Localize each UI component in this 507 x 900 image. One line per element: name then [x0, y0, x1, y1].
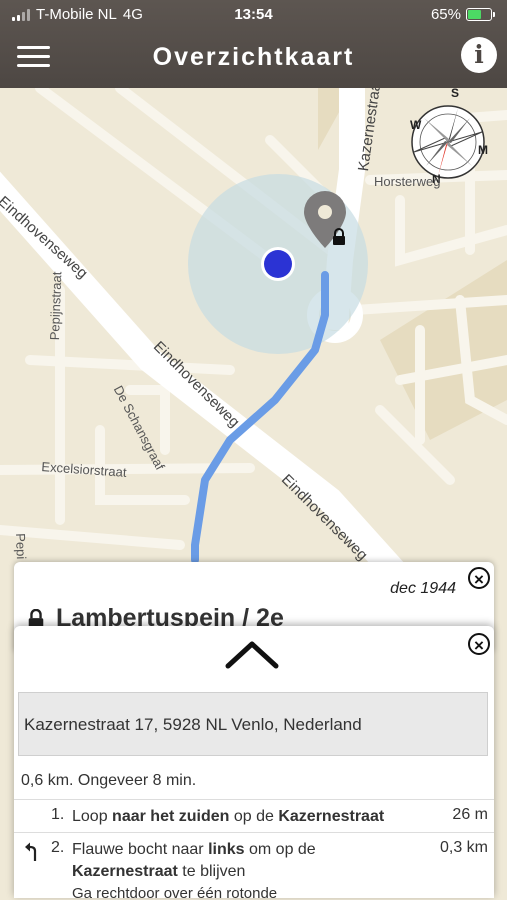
- route-panel: × Kazernestraat 17, 5928 NL Venlo, Neder…: [14, 626, 494, 898]
- battery-icon: [466, 8, 492, 21]
- divider: [14, 799, 494, 800]
- app-header: T-Mobile NL 4G 13:54 65% Overzichtkaart …: [0, 0, 507, 88]
- turn-left-icon: [25, 842, 37, 861]
- route-summary: 0,6 km. Ongeveer 8 min.: [21, 772, 197, 789]
- info-icon[interactable]: i: [461, 37, 497, 73]
- user-location-dot[interactable]: [264, 250, 292, 278]
- street-label: Pepi: [13, 533, 29, 560]
- step-distance: 26 m: [452, 806, 488, 823]
- compass-icon[interactable]: [411, 105, 485, 179]
- battery-status: 65%: [431, 6, 495, 23]
- route-step[interactable]: 1. Loop naar het zuiden op de Kazernestr…: [14, 806, 494, 832]
- page-title: Overzichtkaart: [152, 43, 355, 71]
- destination-address-field[interactable]: Kazernestraat 17, 5928 NL Venlo, Nederla…: [18, 692, 488, 756]
- battery-percent: 65%: [430, 6, 461, 23]
- step-distance: 0,3 km: [439, 839, 488, 856]
- step-instruction: Flauwe bocht naar links om op de Kazerne…: [72, 841, 316, 898]
- close-story-button[interactable]: ×: [468, 567, 490, 589]
- divider: [14, 832, 494, 833]
- step-number: 1.: [51, 806, 65, 823]
- status-bar: T-Mobile NL 4G 13:54 65%: [0, 5, 507, 25]
- route-step[interactable]: 2. Flauwe bocht naar links om op de Kaze…: [14, 839, 494, 898]
- step-instruction: Loop naar het zuiden op de Kazernestraat: [72, 808, 385, 825]
- compass-w: W: [410, 118, 422, 132]
- close-route-button[interactable]: ×: [468, 633, 490, 655]
- step-number: 2.: [51, 839, 65, 856]
- compass-s: S: [451, 86, 460, 100]
- street-label: Pepijnstraat: [47, 271, 65, 341]
- story-date: dec 1944: [390, 580, 456, 597]
- street-label: Horsterweg: [374, 174, 441, 189]
- compass-e: M: [478, 143, 488, 157]
- chevron-up-icon[interactable]: [224, 640, 280, 670]
